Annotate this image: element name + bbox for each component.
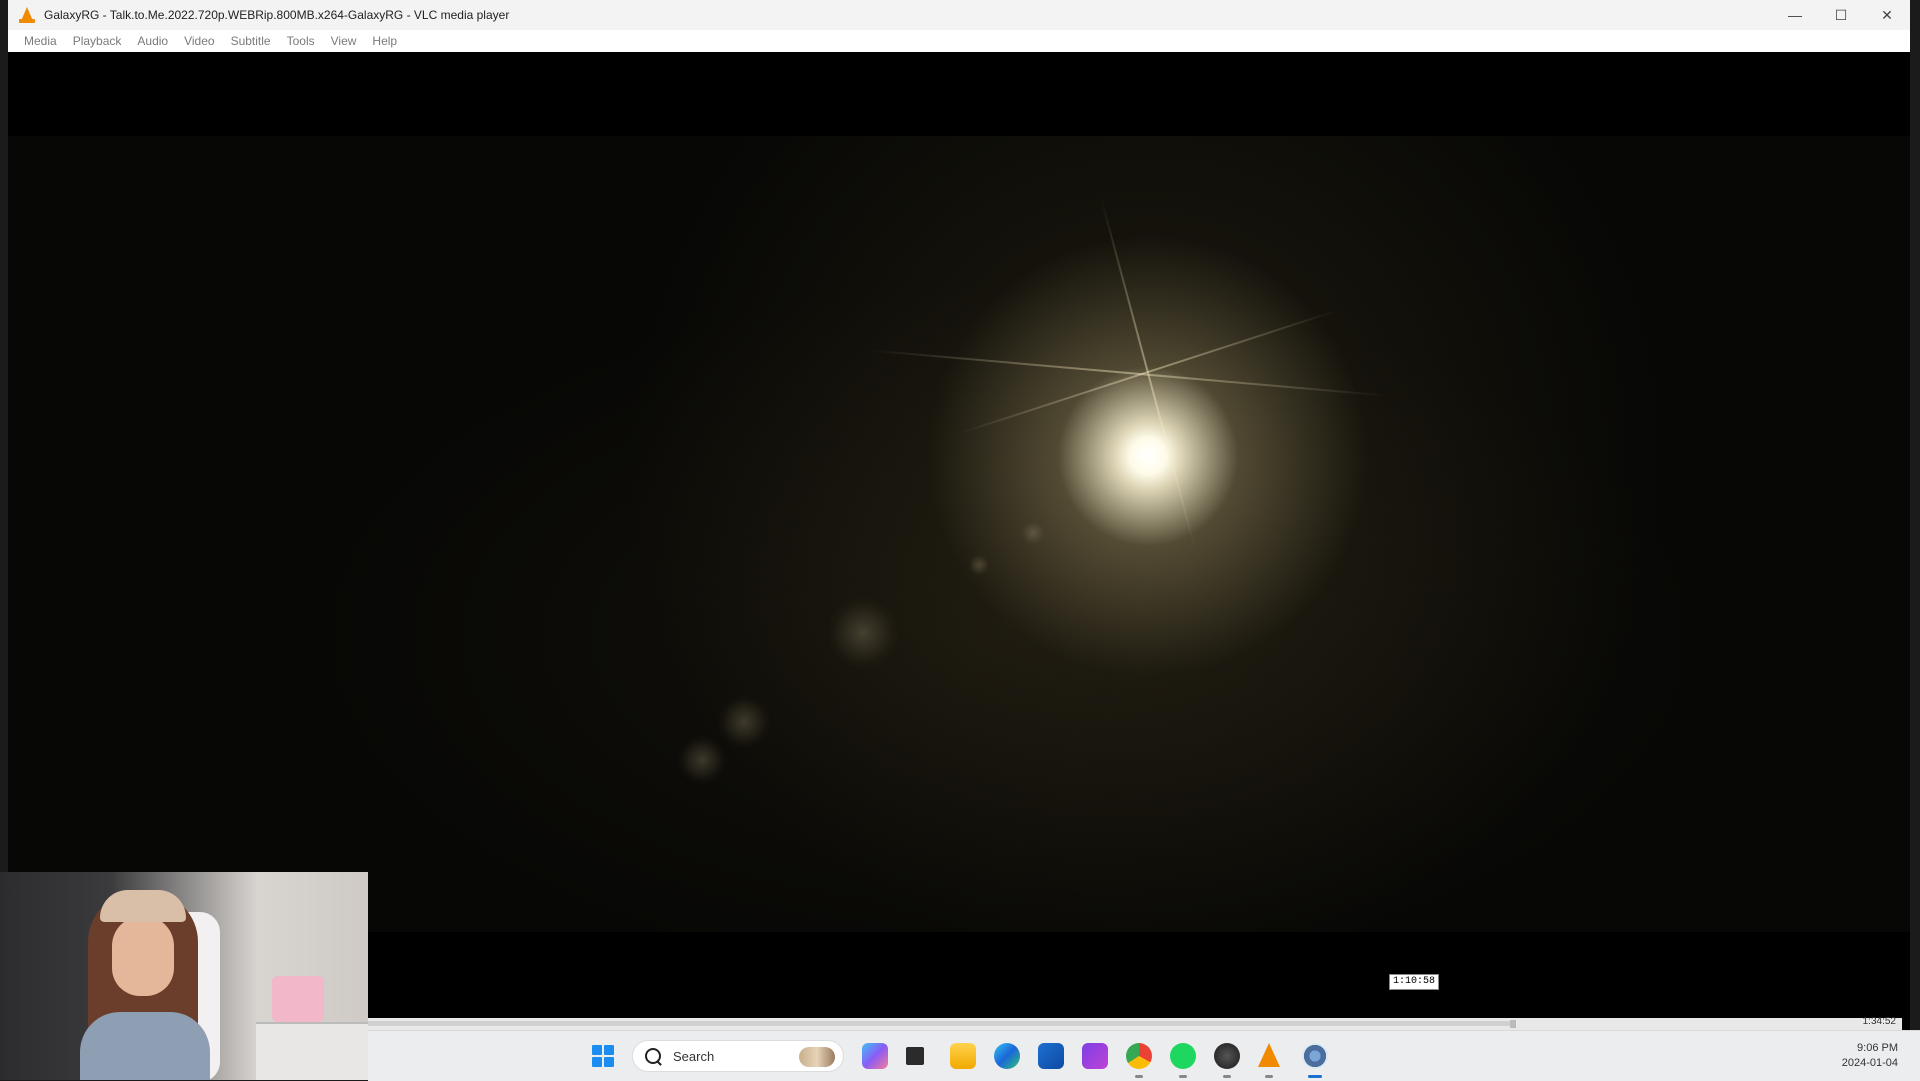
clipchamp-icon[interactable]: [1082, 1043, 1108, 1069]
streamer-face: [112, 916, 174, 996]
title-bar[interactable]: GalaxyRG - Talk.to.Me.2022.720p.WEBRip.8…: [8, 0, 1910, 30]
menu-playback[interactable]: Playback: [65, 34, 130, 48]
lens-flare-orb: [1020, 520, 1046, 546]
minimize-button[interactable]: —: [1772, 0, 1818, 30]
search-highlight-image: [799, 1047, 835, 1067]
streamer-cap: [100, 890, 186, 922]
microsoft-store-icon[interactable]: [1038, 1043, 1064, 1069]
vlc-icon[interactable]: [1258, 1043, 1280, 1067]
seek-bar[interactable]: 1:34:52: [360, 1016, 1902, 1030]
menu-video[interactable]: Video: [176, 34, 222, 48]
file-explorer-icon[interactable]: [950, 1043, 976, 1069]
webcam-overlay: [0, 872, 368, 1080]
spotify-running-indicator: [1179, 1075, 1187, 1078]
task-view-icon[interactable]: [906, 1047, 924, 1065]
vlc-cone-icon: [18, 6, 36, 24]
lens-flare-orb: [828, 598, 898, 668]
desk-shelf: [256, 1022, 368, 1080]
settings-active-indicator: [1308, 1075, 1322, 1078]
seek-handle[interactable]: [1510, 1020, 1517, 1028]
davinci-running-indicator: [1223, 1075, 1231, 1078]
menu-tools[interactable]: Tools: [279, 34, 323, 48]
menu-view[interactable]: View: [323, 34, 365, 48]
copilot-icon[interactable]: [862, 1043, 888, 1069]
seek-time-tooltip: 1:10:58: [1389, 974, 1440, 990]
settings-icon[interactable]: [1302, 1043, 1328, 1069]
chrome-running-indicator: [1135, 1075, 1143, 1078]
window-title: GalaxyRG - Talk.to.Me.2022.720p.WEBRip.8…: [44, 8, 510, 22]
chrome-icon[interactable]: [1126, 1043, 1152, 1069]
clock-time: 9:06 PM: [1857, 1042, 1898, 1054]
spotify-icon[interactable]: [1170, 1043, 1196, 1069]
vlc-running-indicator: [1265, 1075, 1273, 1078]
davinci-resolve-icon[interactable]: [1214, 1043, 1240, 1069]
menu-bar: Media Playback Audio Video Subtitle Tool…: [8, 30, 1910, 52]
video-frame: [8, 136, 1910, 932]
seek-progress-fill: [360, 1021, 1514, 1026]
menu-help[interactable]: Help: [364, 34, 405, 48]
taskbar: Search 9:06 PM 2024-01-04: [368, 1030, 1920, 1081]
taskbar-search-box[interactable]: Search: [632, 1040, 844, 1072]
menu-media[interactable]: Media: [16, 34, 65, 48]
search-placeholder: Search: [673, 1048, 715, 1064]
total-duration: 1:34:52: [1862, 1016, 1896, 1027]
lens-flare-orb: [718, 696, 770, 748]
window-controls: — ☐ ✕: [1772, 0, 1910, 30]
close-button[interactable]: ✕: [1864, 0, 1910, 30]
lens-flare-orb: [678, 736, 726, 784]
lens-flare-ray: [868, 349, 1388, 397]
edge-icon[interactable]: [994, 1043, 1020, 1069]
menu-subtitle[interactable]: Subtitle: [223, 34, 279, 48]
pink-mini-fridge: [272, 976, 324, 1022]
search-icon: [645, 1048, 661, 1064]
windows-start-icon[interactable]: [592, 1045, 614, 1067]
maximize-button[interactable]: ☐: [1818, 0, 1864, 30]
lens-flare-orb: [968, 554, 990, 576]
taskbar-clock[interactable]: 9:06 PM 2024-01-04: [1842, 1041, 1898, 1071]
menu-audio[interactable]: Audio: [129, 34, 176, 48]
clock-date: 2024-01-04: [1841, 1057, 1898, 1069]
streamer-shirt: [80, 1012, 210, 1080]
